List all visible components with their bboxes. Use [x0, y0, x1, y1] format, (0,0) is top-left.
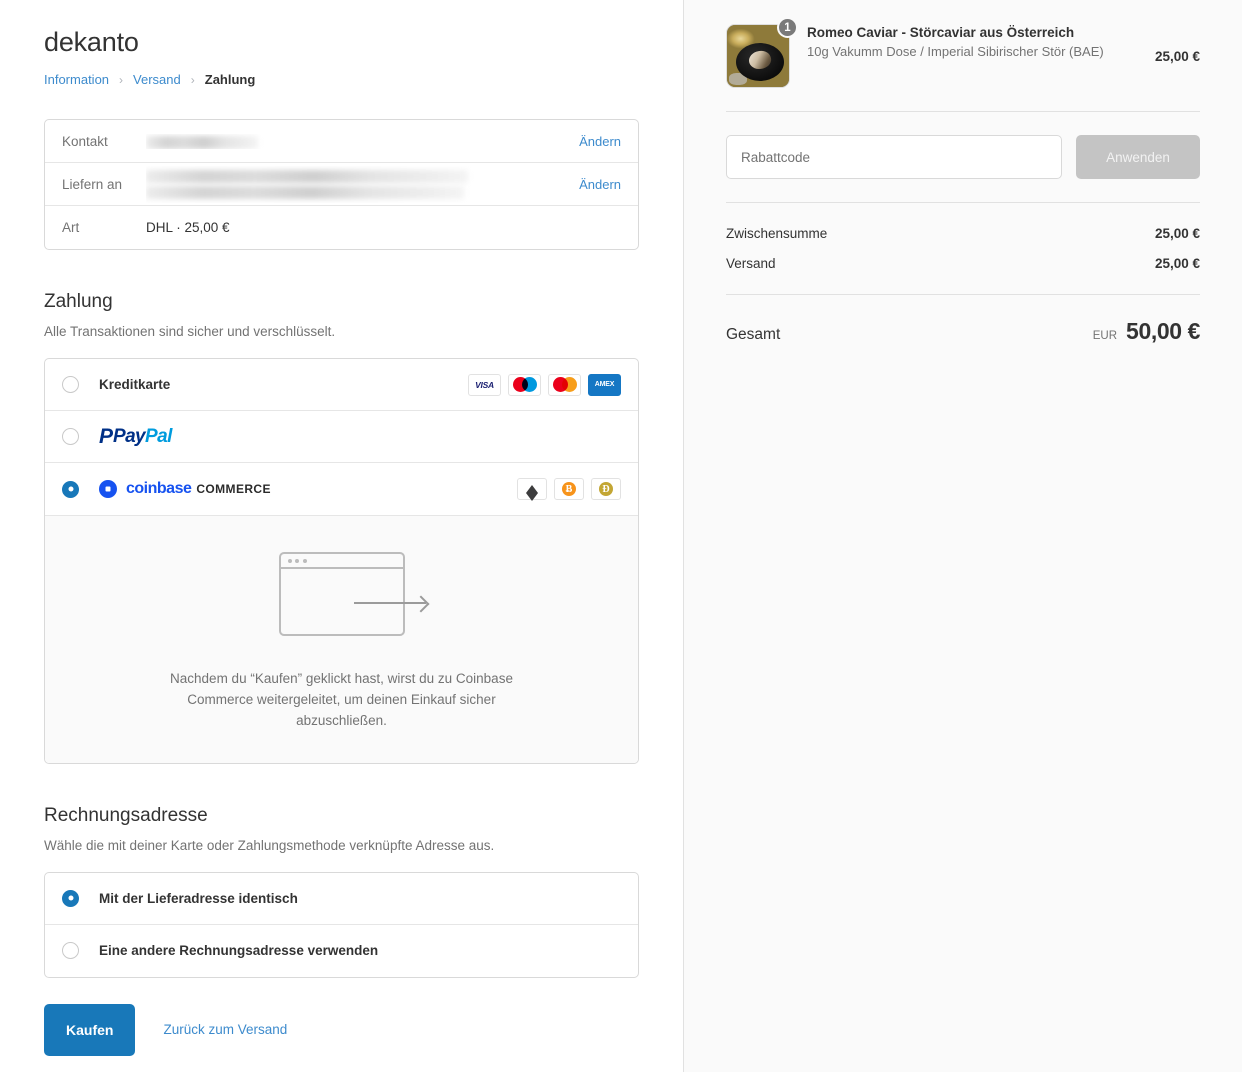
- billing-subtitle: Wähle die mit deiner Karte oder Zahlungs…: [44, 837, 495, 853]
- product-price: 25,00 €: [1154, 48, 1200, 64]
- billing-option-same-as-shipping[interactable]: Mit der Lieferadresse identisch: [45, 873, 638, 925]
- billing-option-different-address[interactable]: Eine andere Rechnungsadresse verwenden: [45, 925, 638, 977]
- coinbase-mark-icon: [99, 480, 117, 499]
- order-summary-column: 1 Romeo Caviar - Störcaviar aus Österrei…: [683, 0, 1242, 1072]
- order-review-box: Kontakt Ändern Liefern an Ändern Art DHL…: [44, 119, 639, 251]
- coinbase-commerce-logo-icon: coinbase COMMERCE: [99, 480, 271, 499]
- ship-to-label: Liefern an: [62, 176, 123, 192]
- coinbase-redirect-panel: Nachdem du “Kaufen” geklickt hast, wirst…: [45, 515, 638, 764]
- divider: [726, 111, 1200, 112]
- breadcrumb-versand[interactable]: Versand: [133, 72, 181, 87]
- shipping-amount: 25,00 €: [1154, 256, 1200, 271]
- chevron-right-icon: ›: [119, 72, 124, 87]
- quantity-badge: 1: [777, 17, 798, 38]
- billing-option-label: Eine andere Rechnungsadresse verwenden: [99, 943, 379, 959]
- arrow-right-icon: [353, 602, 426, 605]
- payment-subtitle: Alle Transaktionen sind sicher und versc…: [44, 324, 336, 340]
- subtotal-amount: 25,00 €: [1154, 226, 1200, 241]
- redacted-address-line-2: [146, 185, 464, 199]
- review-row-contact: Kontakt Ändern: [45, 120, 638, 164]
- payment-method-list: Kreditkarte VISA AMEX P Pay Pal coinbase…: [44, 358, 639, 765]
- ship-to-value: [146, 166, 567, 203]
- visa-icon: VISA: [468, 373, 501, 396]
- radio-different-address[interactable]: [62, 942, 79, 960]
- maestro-icon: [508, 373, 541, 396]
- divider: [726, 202, 1200, 203]
- redacted-address-line-1: [146, 169, 468, 183]
- product-thumbnail-wrap: 1: [726, 17, 798, 88]
- product-title: Romeo Caviar - Störcaviar aus Österreich: [807, 25, 1075, 40]
- payment-title: Zahlung: [44, 291, 113, 313]
- billing-title: Rechnungsadresse: [44, 805, 208, 827]
- payment-option-credit-card[interactable]: Kreditkarte VISA AMEX: [45, 359, 638, 412]
- discount-code-input[interactable]: [726, 135, 1062, 179]
- chevron-right-icon: ›: [190, 72, 195, 87]
- checkout-page: dekanto Information › Versand › Zahlung …: [0, 0, 1242, 1072]
- shipping-label: Versand: [726, 256, 776, 271]
- product-variant: 10g Vakumm Dose / Imperial Sibirischer S…: [807, 44, 1104, 59]
- radio-same-as-shipping[interactable]: [62, 889, 79, 907]
- bitcoin-icon: Ƀ: [554, 478, 584, 501]
- checkout-main-column: dekanto Information › Versand › Zahlung …: [0, 0, 683, 1072]
- shipping-method-label: Art: [62, 220, 80, 236]
- cart-line-item: 1 Romeo Caviar - Störcaviar aus Österrei…: [726, 17, 1200, 88]
- billing-address-section: Rechnungsadresse Wähle die mit deiner Ka…: [44, 804, 639, 978]
- dogecoin-icon: Ð: [591, 478, 621, 501]
- change-address-link[interactable]: Ändern: [579, 177, 621, 192]
- divider: [726, 294, 1200, 295]
- checkout-actions: Kaufen Zurück zum Versand: [44, 1003, 639, 1072]
- shipping-line: Versand 25,00 €: [726, 256, 1200, 271]
- redirect-notice-text: Nachdem du “Kaufen” geklickt hast, wirst…: [170, 671, 513, 729]
- redacted-address: [146, 166, 567, 203]
- review-row-shipping-method: Art DHL · 25,00 €: [45, 206, 638, 249]
- breadcrumb-zahlung: Zahlung: [204, 72, 256, 88]
- review-row-ship-to: Liefern an Ändern: [45, 163, 638, 207]
- discount-code-row: Anwenden: [726, 135, 1200, 179]
- mastercard-icon: [548, 373, 581, 396]
- radio-credit-card[interactable]: [62, 376, 79, 394]
- shop-logo: dekanto: [44, 27, 139, 57]
- apply-discount-button[interactable]: Anwenden: [1076, 135, 1200, 179]
- subtotal-line: Zwischensumme 25,00 €: [726, 226, 1200, 241]
- billing-option-label: Mit der Lieferadresse identisch: [99, 890, 298, 906]
- card-brand-icons: VISA AMEX: [468, 373, 621, 396]
- browser-redirect-illustration: [242, 552, 442, 638]
- crypto-icons: Ƀ Ð: [517, 478, 621, 502]
- product-info: Romeo Caviar - Störcaviar aus Österreich…: [807, 24, 1155, 61]
- grand-total-row: Gesamt EUR 50,00 €: [726, 318, 1200, 345]
- browser-window-icon: [278, 552, 405, 637]
- ethereum-icon: [517, 478, 547, 502]
- breadcrumb-information[interactable]: Information: [44, 72, 109, 87]
- change-contact-link[interactable]: Ändern: [579, 134, 621, 149]
- buy-button[interactable]: Kaufen: [44, 1003, 136, 1056]
- payment-option-coinbase-commerce[interactable]: coinbase COMMERCE Ƀ Ð: [45, 463, 638, 515]
- order-totals: Zwischensumme 25,00 € Versand 25,00 €: [726, 226, 1200, 271]
- contact-label: Kontakt: [62, 133, 108, 149]
- currency-code: EUR: [1092, 330, 1118, 342]
- payment-option-label: Kreditkarte: [99, 377, 171, 393]
- radio-coinbase-commerce[interactable]: [62, 480, 79, 498]
- billing-option-list: Mit der Lieferadresse identisch Eine and…: [44, 871, 639, 978]
- breadcrumb: Information › Versand › Zahlung: [44, 72, 639, 87]
- redacted-contact: [146, 135, 258, 149]
- paypal-logo-icon: P Pay Pal: [99, 425, 172, 449]
- back-to-shipping-link[interactable]: Zurück zum Versand: [163, 1022, 287, 1037]
- subtotal-label: Zwischensumme: [726, 226, 828, 241]
- payment-option-paypal[interactable]: P Pay Pal: [45, 411, 638, 464]
- grand-total-label: Gesamt: [726, 326, 781, 343]
- radio-paypal[interactable]: [62, 428, 79, 446]
- payment-section: Zahlung Alle Transaktionen sind sicher u…: [44, 290, 639, 765]
- shipping-method-value: DHL · 25,00 €: [146, 220, 230, 236]
- contact-value: [146, 134, 567, 149]
- amex-icon: AMEX: [588, 373, 621, 396]
- grand-total-amount: 50,00 €: [1126, 318, 1200, 344]
